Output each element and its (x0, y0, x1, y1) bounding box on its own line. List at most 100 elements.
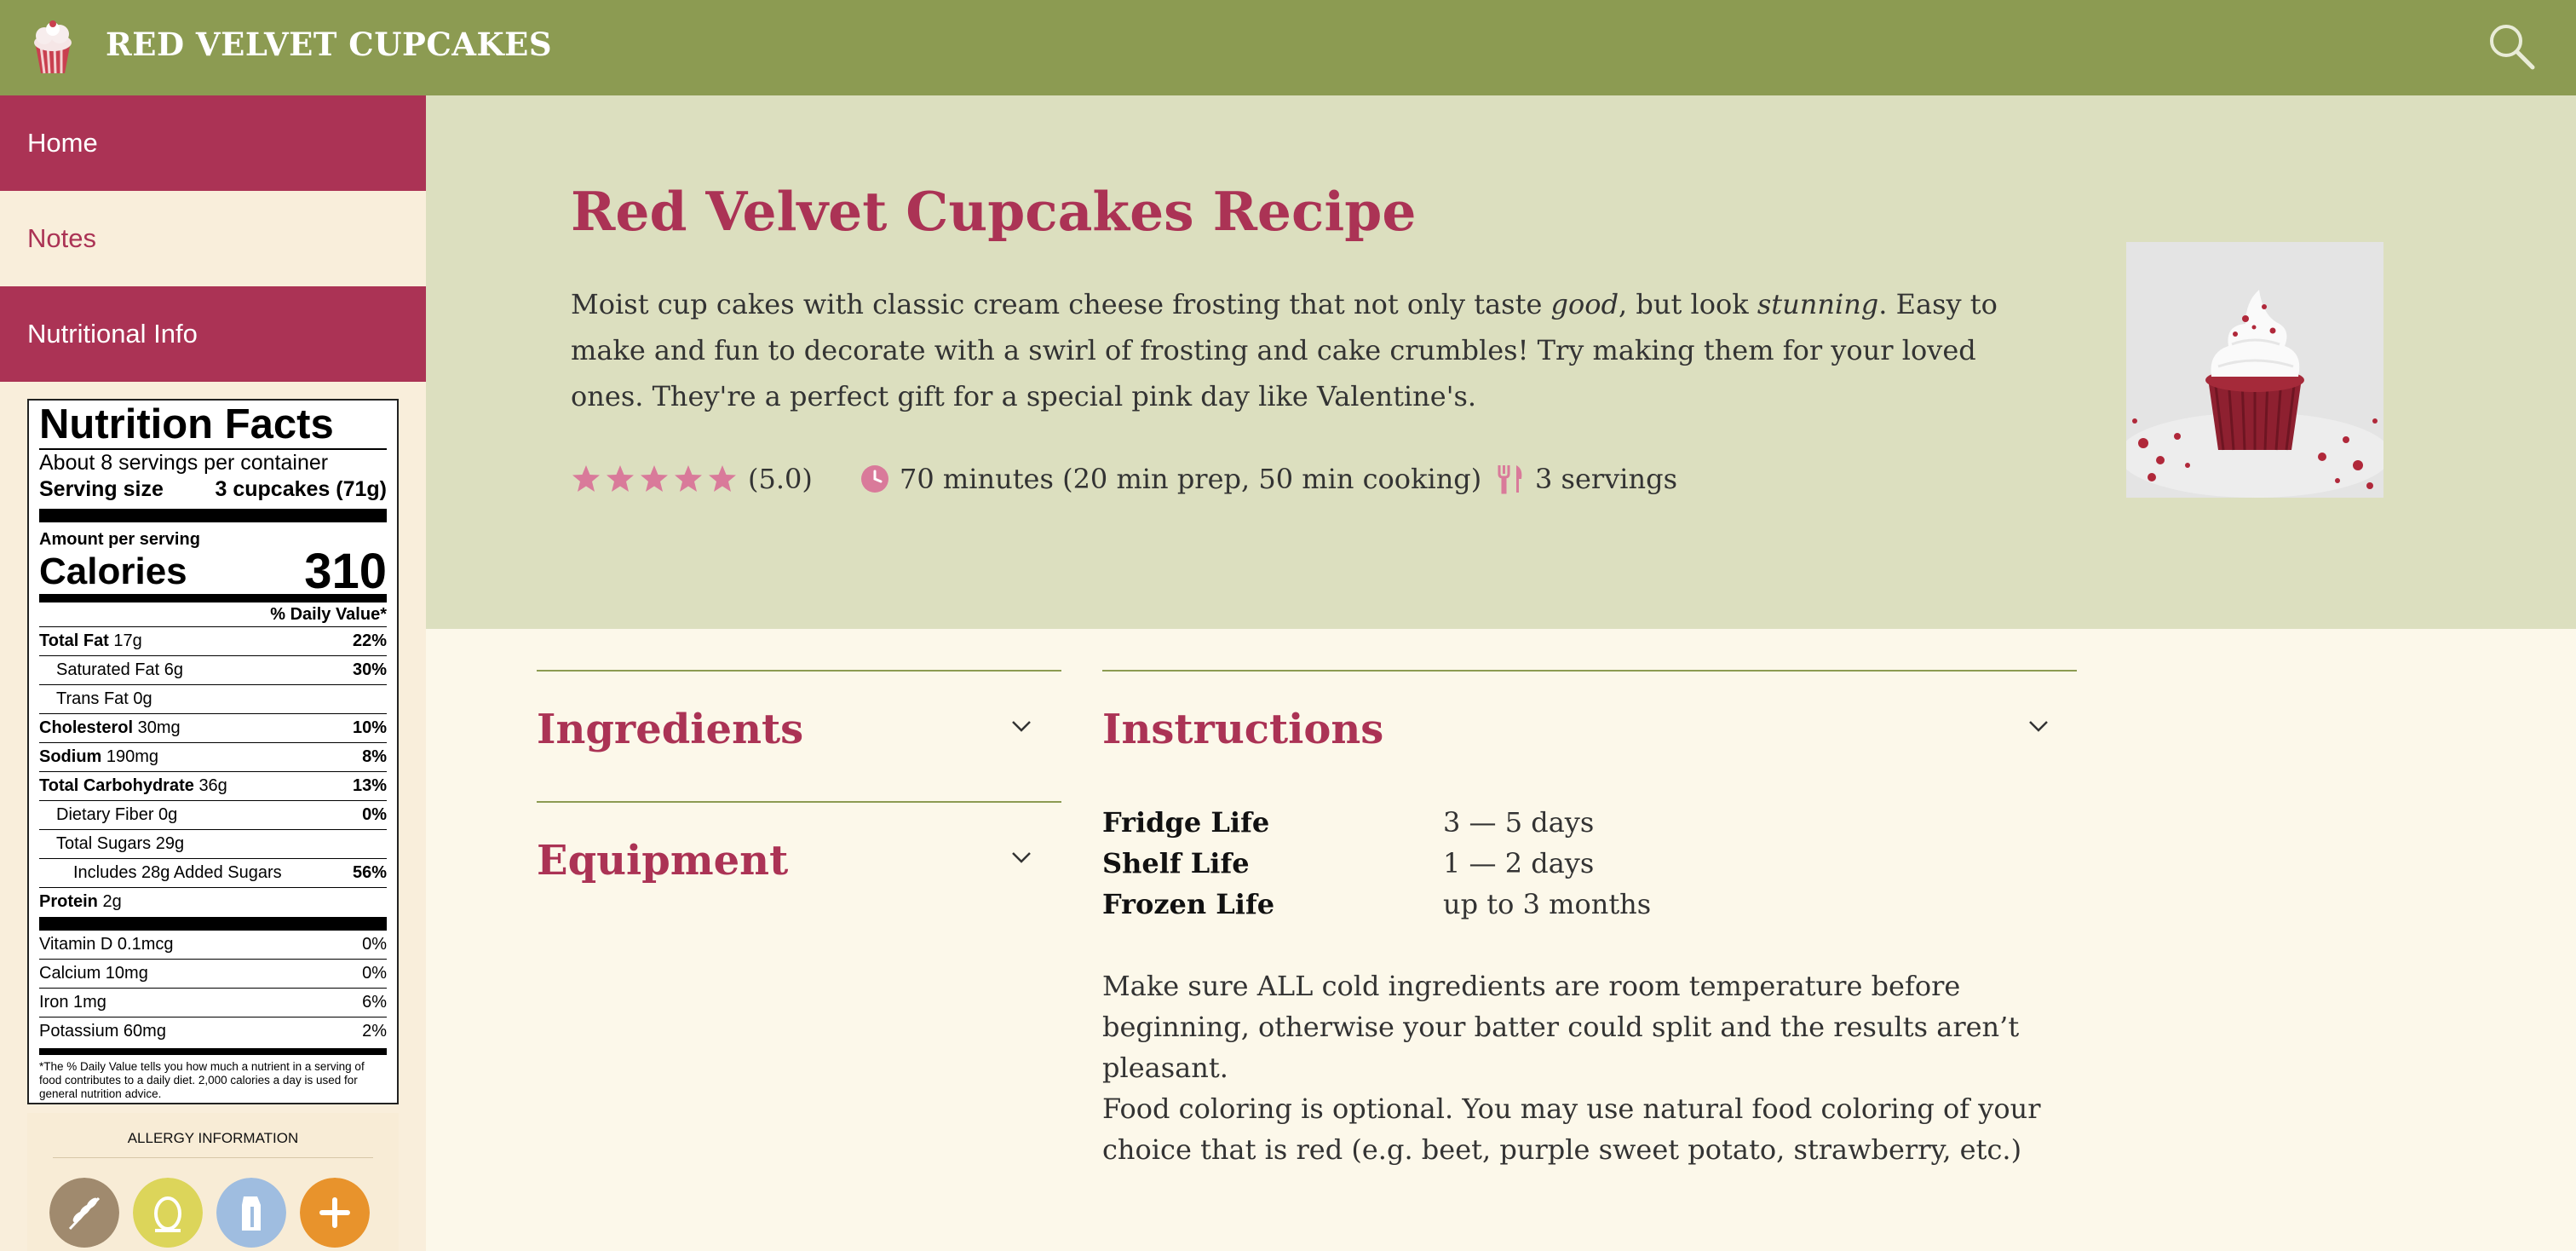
storage-label-fridge: Fridge Life (1102, 806, 1270, 839)
nutrient-dv: 13% (352, 776, 387, 795)
calories-value: 310 (304, 544, 387, 599)
storage-value-frozen: up to 3 months (1443, 888, 1652, 920)
sidebar-item-label: Home (27, 128, 98, 158)
section-ingredients[interactable]: Ingredients (537, 704, 803, 755)
storage-value-shelf: 1 — 2 days (1443, 847, 1595, 879)
nutrient-amount: 6g (164, 660, 183, 679)
nutrient-amount: 36g (198, 776, 227, 795)
vitamin-dv: 2% (362, 1022, 387, 1041)
star-icon (675, 465, 702, 492)
vitamin-name: Calcium 10mg (39, 964, 148, 983)
nutrient-row-total-fat: Total Fat 17g 22% (39, 627, 387, 656)
star-icon (572, 465, 600, 492)
milk-icon[interactable] (216, 1178, 286, 1248)
servings-text: 3 servings (1535, 463, 1678, 495)
star-icon (641, 465, 668, 492)
instruction-note: Food coloring is optional. You may use n… (1102, 1092, 2041, 1166)
vitamin-dv: 6% (362, 993, 387, 1012)
vitamin-dv: 0% (362, 935, 387, 954)
section-instructions[interactable]: Instructions (1102, 704, 1383, 755)
top-bar: RED VELVET CUPCAKES (0, 0, 2576, 95)
site-title[interactable]: RED VELVET CUPCAKES (106, 26, 552, 63)
nutrient-row-added-sugars: Includes 28g Added Sugars 56% (39, 859, 387, 888)
thick-divider (39, 509, 387, 522)
nutrient-amount: 17g (113, 631, 142, 650)
nutrient-dv: 10% (352, 718, 387, 737)
search-icon[interactable] (2486, 20, 2537, 72)
recipe-title: Red Velvet Cupcakes Recipe (571, 180, 1417, 243)
cupcake-logo-icon[interactable] (24, 19, 82, 77)
calories-row: Calories 310 (39, 544, 387, 602)
storage-label-shelf: Shelf Life (1102, 847, 1250, 879)
nutrient-name: Sodium (39, 747, 102, 766)
sidebar-item-label: Notes (27, 223, 96, 253)
calories-label: Calories (39, 551, 187, 592)
thick-divider (39, 1048, 387, 1055)
rating-text: (5.0) (748, 463, 813, 495)
chevron-down-icon[interactable] (1010, 719, 1032, 733)
star-icon (607, 465, 634, 492)
divider (537, 670, 1061, 672)
nutrient-name: Includes 28g Added Sugars (73, 863, 282, 882)
storage-label-frozen: Frozen Life (1102, 888, 1275, 920)
nutrient-row-saturated-fat: Saturated Fat 6g 30% (39, 656, 387, 685)
chevron-down-icon[interactable] (1010, 850, 1032, 864)
vitamin-name: Iron 1mg (39, 993, 106, 1012)
serving-size-value: 3 cupcakes (71g) (215, 477, 388, 501)
nutrient-amount: 0g (158, 805, 178, 824)
desc-text: , but look (1619, 288, 1757, 320)
daily-value-header: % Daily Value* (39, 602, 387, 627)
nutrition-footnote: *The % Daily Value tells you how much a … (39, 1060, 365, 1100)
sidebar-item-nutritional-info[interactable]: Nutritional Info (0, 286, 426, 382)
nutrient-row-total-sugars: Total Sugars 29g (39, 830, 387, 859)
nutrient-row-total-carbohydrate: Total Carbohydrate 36g 13% (39, 772, 387, 801)
desc-emphasis: good (1550, 288, 1619, 320)
nutrient-name: Total Carbohydrate (39, 776, 194, 795)
sidebar-item-home[interactable]: Home (0, 95, 426, 191)
nutrient-amount: 29g (155, 834, 185, 853)
nutrient-dv: 8% (362, 747, 387, 766)
clock-icon (861, 465, 888, 493)
vitamin-row: Potassium 60mg 2% (39, 1018, 387, 1046)
nutrient-name: Cholesterol (39, 718, 134, 737)
nutrient-amount: 190mg (106, 747, 159, 766)
vitamin-row: Calcium 10mg 0% (39, 960, 387, 989)
nutrient-dv: 0% (362, 805, 387, 824)
nutrient-amount: 2g (102, 892, 122, 911)
divider (1102, 670, 2077, 672)
section-equipment[interactable]: Equipment (537, 835, 788, 886)
nutrient-name: Protein (39, 892, 98, 911)
nutrient-name: Saturated Fat (56, 660, 160, 679)
cupcake-photo (2126, 242, 2383, 498)
serving-size: Serving size 3 cupcakes (71g) (39, 476, 387, 502)
star-icon (709, 465, 736, 492)
divider (537, 801, 1061, 803)
time-text: 70 minutes (20 min prep, 50 min cooking) (900, 463, 1482, 495)
chevron-down-icon[interactable] (2027, 719, 2050, 733)
nutrient-row-trans-fat: Trans Fat 0g (39, 685, 387, 714)
nutrient-name: Trans Fat (56, 689, 129, 708)
nutrient-row-protein: Protein 2g (39, 888, 387, 917)
plus-icon[interactable] (300, 1178, 370, 1248)
nutrient-row-cholesterol: Cholesterol 30mg 10% (39, 714, 387, 743)
nutrition-facts-panel: Nutrition Facts About 8 servings per con… (27, 399, 399, 1104)
allergy-title: ALLERGY INFORMATION (127, 1130, 299, 1146)
vitamin-row: Iron 1mg 6% (39, 989, 387, 1018)
vitamin-dv: 0% (362, 964, 387, 983)
nutrition-title: Nutrition Facts (39, 401, 387, 450)
nutrient-name: Total Fat (39, 631, 109, 650)
storage-value-fridge: 3 — 5 days (1443, 806, 1595, 839)
desc-emphasis: stunning (1757, 288, 1879, 320)
wheat-icon[interactable] (49, 1178, 119, 1248)
nutrient-amount: 30mg (137, 718, 181, 737)
nutrient-row-sodium: Sodium 190mg 8% (39, 743, 387, 772)
instruction-note: Make sure ALL cold ingredients are room … (1102, 970, 2020, 1084)
nutrient-amount: 0g (133, 689, 152, 708)
nutrient-name: Total Sugars (56, 834, 152, 853)
sidebar-item-notes[interactable]: Notes (0, 191, 426, 286)
nutrient-dv: 56% (352, 863, 387, 882)
fork-knife-icon (1498, 465, 1522, 494)
serving-size-label: Serving size (39, 477, 164, 501)
nutrient-row-dietary-fiber: Dietary Fiber 0g 0% (39, 801, 387, 830)
egg-icon[interactable] (133, 1178, 203, 1248)
